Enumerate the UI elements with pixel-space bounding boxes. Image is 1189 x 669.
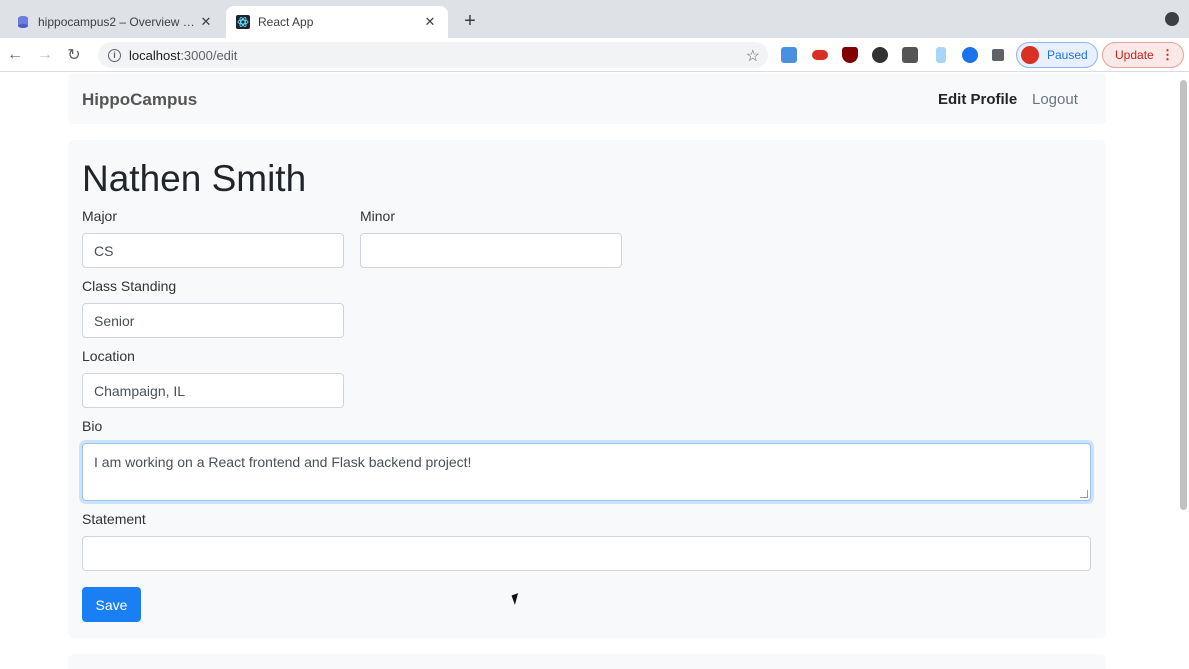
save-button[interactable]: Save [82, 587, 141, 622]
browser-tab-react-app[interactable]: React App ✕ [226, 6, 448, 38]
app-navbar: HippoCampus Edit Profile Logout [68, 74, 1106, 124]
close-tab-icon[interactable]: ✕ [422, 14, 438, 30]
major-input[interactable]: CS [82, 233, 344, 268]
extensions-puzzle-icon[interactable] [992, 49, 1004, 61]
bio-label: Bio [82, 418, 103, 434]
page-scrollbar[interactable] [1180, 80, 1187, 510]
minor-label: Minor [360, 208, 396, 224]
nav-edit-profile[interactable]: Edit Profile [938, 91, 1017, 108]
bio-textarea[interactable]: I am working on a React frontend and Fla… [82, 443, 1091, 501]
profile-name: Nathen Smith [82, 158, 307, 199]
browser-tab-title: React App [258, 15, 314, 29]
resize-handle-icon[interactable] [1080, 490, 1088, 498]
minor-input[interactable] [360, 233, 622, 268]
bio-text: I am working on a React frontend and Fla… [94, 454, 472, 470]
profile-button[interactable]: Paused [1016, 42, 1098, 68]
statement-input[interactable] [82, 536, 1091, 571]
new-tab-icon[interactable]: + [458, 9, 482, 33]
database-icon [16, 15, 30, 29]
reload-icon[interactable]: ↻ [63, 44, 85, 66]
profile-status: Paused [1047, 48, 1088, 62]
react-icon [236, 15, 250, 29]
browser-tab-strip: hippocampus2 – Overview – S ✕ React App … [0, 0, 1189, 38]
extension-facebook-icon[interactable] [902, 47, 918, 63]
back-icon[interactable]: ← [4, 44, 26, 66]
update-label: Update [1115, 48, 1154, 62]
major-label: Major [82, 208, 118, 224]
more-menu-icon[interactable]: ⋮ [1161, 47, 1174, 63]
statement-label: Statement [82, 511, 146, 527]
extension-zoom-icon[interactable] [962, 47, 978, 63]
forward-icon[interactable]: → [34, 44, 56, 66]
extension-crr-icon[interactable] [781, 47, 797, 63]
brand-logo[interactable]: HippoCampus [82, 90, 197, 110]
avatar [1021, 46, 1039, 64]
url-path: :3000/edit [180, 47, 238, 63]
class-standing-input[interactable]: Senior [82, 303, 344, 338]
location-input[interactable]: Champaign, IL [82, 373, 344, 408]
location-label: Location [82, 348, 135, 364]
browser-toolbar: ← → ↻ i localhost:3000/edit ☆ Paused Upd… [0, 38, 1189, 72]
extension-cup-icon[interactable] [936, 47, 946, 63]
update-button[interactable]: Update ⋮ [1102, 42, 1184, 68]
nav-logout[interactable]: Logout [1032, 91, 1078, 108]
class-standing-label: Class Standing [82, 278, 177, 294]
secondary-card [68, 654, 1106, 669]
url-host: localhost [129, 47, 181, 63]
tab-search-icon[interactable] [1165, 12, 1179, 26]
browser-tab-title: hippocampus2 – Overview – S [38, 15, 198, 29]
close-tab-icon[interactable]: ✕ [198, 14, 214, 30]
edit-profile-card: Nathen Smith Major CS Minor Class Standi… [68, 140, 1106, 638]
browser-tab-hippocampus[interactable]: hippocampus2 – Overview – S ✕ [6, 6, 224, 38]
address-bar[interactable]: i localhost:3000/edit ☆ [98, 42, 768, 68]
extension-youtube-icon[interactable] [812, 50, 828, 60]
extension-ublock-icon[interactable] [842, 47, 858, 63]
page-viewport: HippoCampus Edit Profile Logout Nathen S… [0, 72, 1189, 669]
extension-ghost-icon[interactable] [872, 47, 888, 63]
site-info-icon[interactable]: i [108, 48, 121, 62]
bookmark-star-icon[interactable]: ☆ [746, 46, 760, 66]
